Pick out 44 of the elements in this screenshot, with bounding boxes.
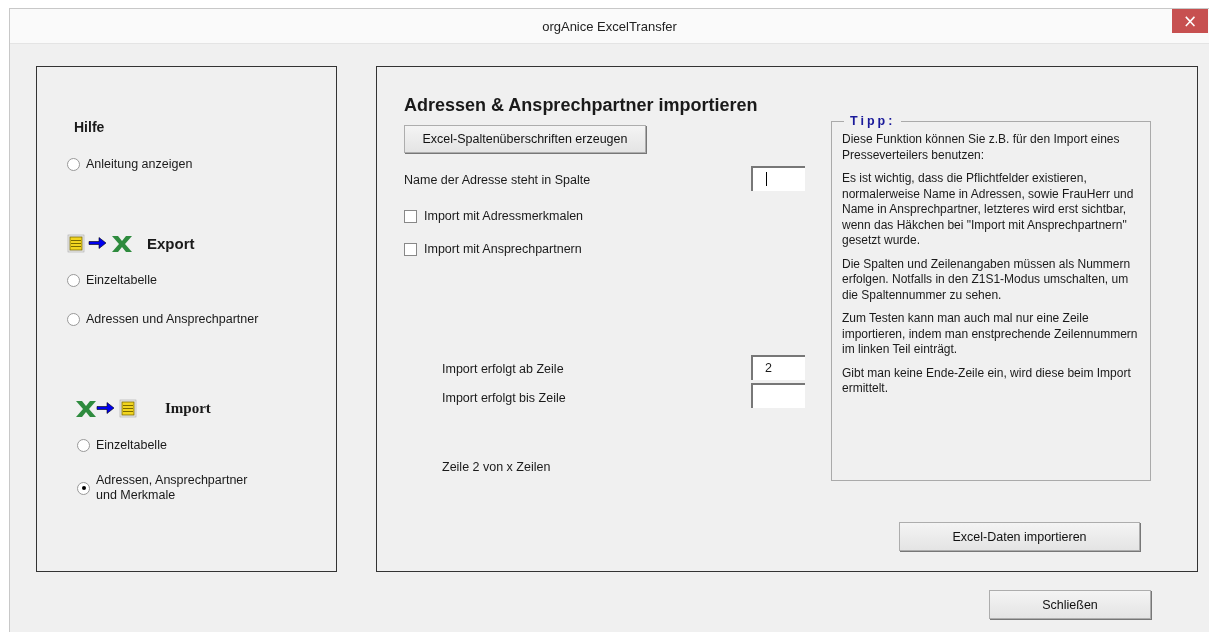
radio-option[interactable]: Einzeltabelle [67, 434, 336, 456]
radio-option[interactable]: Adressen und Ansprechpartner [67, 308, 336, 330]
tip-paragraph: Gibt man keine Ende-Zeile ein, wird diese beim Import ermittelt. [842, 365, 1132, 397]
radio-button[interactable] [67, 312, 80, 326]
radio-option[interactable]: Einzeltabelle [67, 269, 336, 291]
field-label: Import erfolgt ab Zeile [442, 362, 564, 376]
row-input-field[interactable] [751, 383, 805, 408]
radio-button[interactable] [77, 438, 90, 452]
checkbox-label: Import mit Adressmerkmalen [424, 208, 584, 224]
tip-paragraph: Diese Funktion können Sie z.B. für den Import eines Presseverteilers benutzen: [842, 132, 1121, 163]
document-to-spreadsheet-icon [67, 232, 133, 254]
section-heading: Hilfe [74, 119, 105, 135]
radio-option[interactable]: Anleitung anzeigen [67, 153, 336, 175]
radio-option[interactable]: Adressen, Ansprechpartner und Merkmale [67, 473, 336, 503]
row-input-field[interactable]: 2 [751, 355, 805, 380]
option-label: Adressen, Ansprechpartner und Merkmale [96, 473, 248, 503]
tip-paragraph: Zum Testen kann man auch mal nur eine Zeile importieren, indem man enstprechende Zeilennummern im linken Teil einträgt. [842, 311, 1139, 358]
checkbox[interactable] [404, 209, 417, 223]
checkbox-option[interactable]: Import mit Ansprechpartnern [404, 240, 805, 258]
column-input-field[interactable] [751, 166, 805, 191]
tip-paragraph: Die Spalten und Zeilenangaben müssen als Nummern erfolgen. Notfalls in den Z1S1-Modus umschalten, um die Spaltennummer zu sehen. [842, 256, 1132, 303]
panel-heading: Adressen & Ansprechpartner importieren [404, 95, 759, 116]
import-button[interactable]: Excel-Daten importieren [899, 522, 1140, 551]
option-label: Einzeltabelle [96, 437, 167, 453]
tip-paragraph: Es ist wichtig, dass die Pflichtfelder existieren, normalerweise Name in Adressen, sowie FrauHerr und Name in Ansprechpartner, letzteres wird erst sichtbar, wenn das Häkchen bei "Import mit Ansprechpartnern" gesetzt wurde. [842, 171, 1135, 249]
option-label: Einzeltabelle [86, 272, 157, 288]
close-button[interactable]: × [1172, 9, 1208, 33]
radio-button[interactable] [67, 273, 80, 287]
radio-button[interactable] [77, 481, 90, 495]
checkbox-option[interactable]: Import mit Adressmerkmalen [404, 207, 805, 225]
section-heading: Export [147, 234, 195, 252]
field-label: Name der Adresse steht in Spalte [404, 173, 591, 187]
option-label: Adressen und Ansprechpartner [86, 311, 259, 327]
section-heading: Import [165, 399, 211, 417]
status-text: Zeile 2 von x Zeilen [441, 460, 552, 474]
radio-button[interactable] [67, 157, 80, 171]
option-label: Anleitung anzeigen [86, 156, 193, 172]
close-button[interactable]: Schließen [989, 590, 1151, 619]
tip-title: Tipp: [844, 114, 902, 128]
field-label: Import erfolgt bis Zeile [442, 391, 566, 405]
checkbox-label: Import mit Ansprechpartnern [424, 241, 582, 257]
window-title: orgAnice ExcelTransfer [542, 18, 677, 34]
generate-headers-button[interactable]: Excel-Spaltenüberschriften erzeugen [404, 125, 646, 153]
checkbox[interactable] [404, 242, 417, 256]
